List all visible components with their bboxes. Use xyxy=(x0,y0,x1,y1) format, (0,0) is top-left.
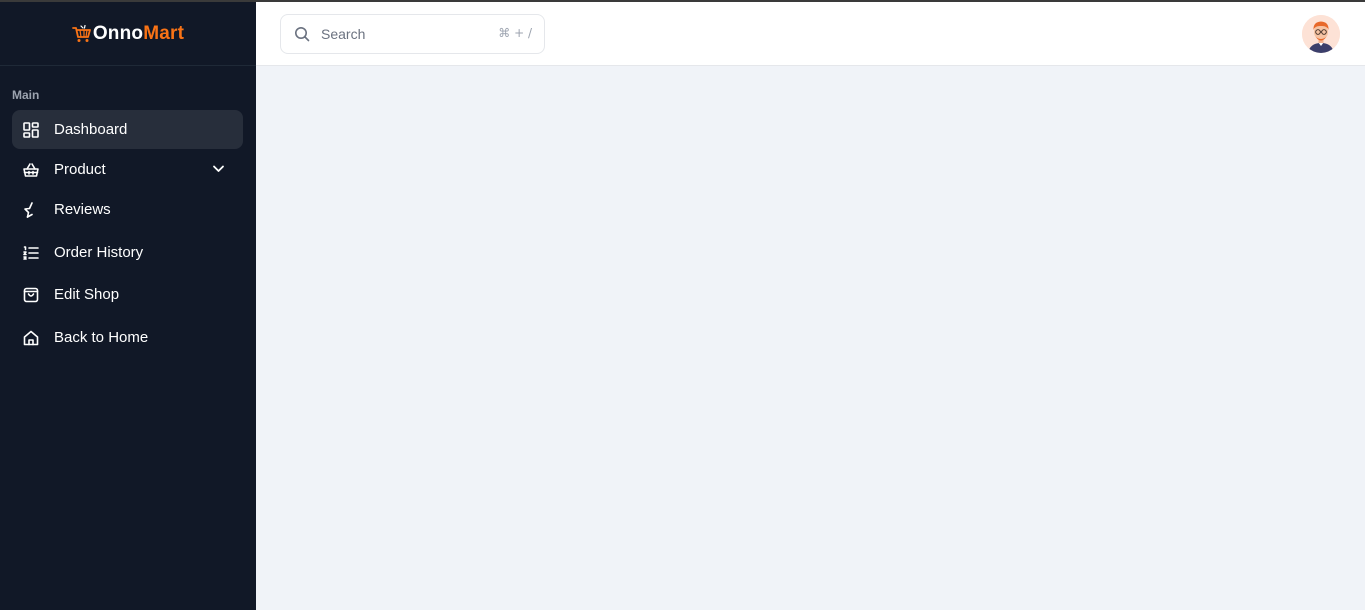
basket-icon xyxy=(23,162,39,178)
search-box[interactable]: ⌘ + / xyxy=(280,14,545,54)
sidebar-item-back-to-home[interactable]: Back to Home xyxy=(12,318,243,357)
sidebar-item-edit-shop[interactable]: Edit Shop xyxy=(12,275,243,314)
search-input[interactable] xyxy=(321,26,481,42)
brand-name-part1: Onno xyxy=(92,22,144,44)
chevron-down-icon[interactable] xyxy=(212,162,225,175)
sidebar-item-product[interactable]: Product xyxy=(12,150,243,189)
search-shortcut-hint: ⌘ + / xyxy=(498,26,532,40)
user-avatar[interactable] xyxy=(1302,15,1340,53)
main-content xyxy=(256,66,1365,610)
shopping-bag-icon xyxy=(23,287,39,303)
sidebar-item-label: Order History xyxy=(54,244,144,261)
sidebar-item-label: Back to Home xyxy=(54,329,149,346)
dashboard-icon xyxy=(23,121,39,138)
sidebar-item-label: Dashboard xyxy=(54,121,128,138)
top-bar: ⌘ + / xyxy=(256,2,1365,66)
sidebar: Onno Mart Main Dashboard Product Reviews… xyxy=(0,2,256,610)
app-window: Onno Mart Main Dashboard Product Reviews… xyxy=(0,0,1365,610)
star-half-icon xyxy=(23,201,39,218)
list-icon xyxy=(23,245,39,261)
sidebar-item-order-history[interactable]: Order History xyxy=(12,233,243,272)
home-icon xyxy=(23,330,39,346)
section-label-main: Main xyxy=(12,88,40,102)
brand-name-part2: Mart xyxy=(143,22,185,44)
sidebar-item-label: Product xyxy=(54,161,106,178)
sidebar-item-label: Reviews xyxy=(54,201,111,218)
sidebar-item-dashboard[interactable]: Dashboard xyxy=(12,110,243,149)
brand-logo[interactable]: Onno Mart xyxy=(71,22,185,45)
cart-icon xyxy=(71,24,91,42)
logo-bar: Onno Mart xyxy=(0,2,256,66)
search-icon xyxy=(294,26,310,42)
sidebar-item-reviews[interactable]: Reviews xyxy=(12,190,243,229)
sidebar-item-label: Edit Shop xyxy=(54,286,120,303)
